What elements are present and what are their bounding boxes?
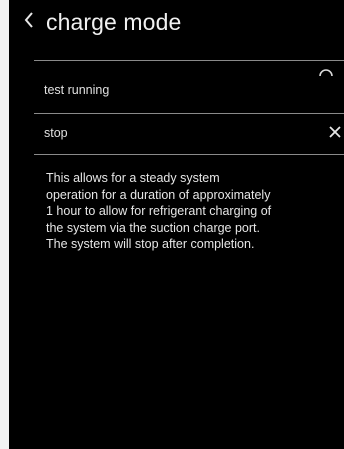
- option-stop[interactable]: stop: [34, 115, 344, 153]
- header: charge mode: [9, 0, 344, 44]
- app-screen: charge mode test running stop This allow…: [9, 0, 344, 449]
- option-test-running[interactable]: test running: [34, 69, 344, 108]
- option-label: stop: [44, 126, 68, 140]
- chevron-left-icon: [24, 12, 33, 28]
- divider: [34, 113, 344, 114]
- close-icon[interactable]: [328, 125, 342, 144]
- back-button[interactable]: [23, 9, 37, 31]
- loading-spinner-icon: [318, 65, 334, 83]
- option-label: test running: [44, 83, 110, 97]
- page-title: charge mode: [46, 9, 182, 35]
- divider: [34, 60, 344, 61]
- divider: [34, 154, 344, 155]
- description-text: This allows for a steady system operatio…: [46, 171, 272, 251]
